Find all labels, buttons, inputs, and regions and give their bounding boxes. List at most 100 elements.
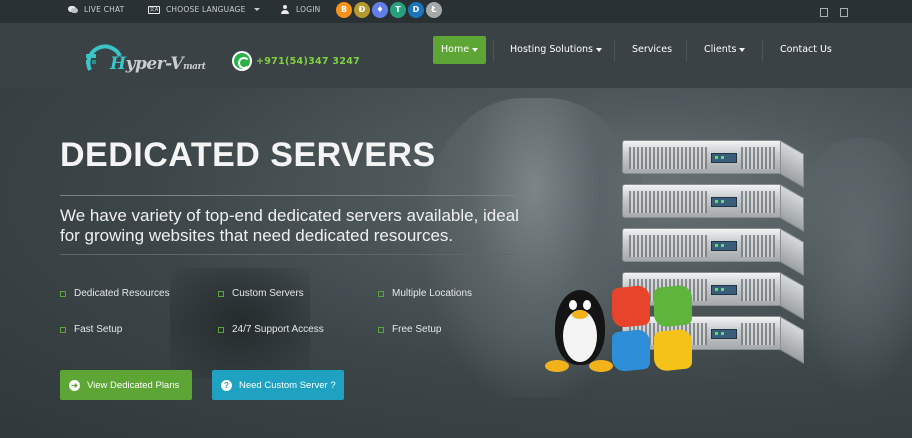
chat-icon xyxy=(68,5,78,14)
checkbox-icon xyxy=(218,326,224,333)
server-unit xyxy=(622,184,782,218)
vent-grill xyxy=(741,147,775,169)
nav-contact-us[interactable]: Contact Us xyxy=(780,36,832,64)
feature-item: Dedicated Resources xyxy=(60,288,170,299)
bitcoin-icon: B xyxy=(336,2,352,18)
divider xyxy=(60,195,515,196)
windows-quadrant xyxy=(612,284,650,329)
feature-label: Fast Setup xyxy=(74,324,123,335)
chevron-down-icon xyxy=(253,8,260,11)
dogecoin-icon: Ð xyxy=(354,2,370,18)
server-side xyxy=(780,228,804,276)
led-icon xyxy=(715,288,718,291)
dash-icon: D xyxy=(408,2,424,18)
translate-icon: 文A xyxy=(148,5,160,14)
login-link[interactable]: LOGIN xyxy=(280,5,320,14)
view-dedicated-plans-button[interactable]: ➜ View Dedicated Plans xyxy=(60,370,192,400)
feature-label: Free Setup xyxy=(392,324,442,335)
nav-home[interactable]: Home xyxy=(433,36,487,64)
led-icon xyxy=(715,332,718,335)
nav-contact-label: Contact Us xyxy=(780,44,832,55)
checkbox-icon xyxy=(378,290,384,297)
nav-services-label: Services xyxy=(632,44,673,55)
status-panel xyxy=(711,285,737,295)
live-chat-link[interactable]: LIVE CHAT xyxy=(68,5,124,14)
vent-grill xyxy=(741,279,775,301)
litecoin-icon: Ł xyxy=(426,2,442,18)
social-icon[interactable] xyxy=(820,8,828,17)
button-label: Need Custom Server ? xyxy=(239,379,336,391)
nav-divider xyxy=(686,40,687,62)
penguin-foot xyxy=(589,360,613,372)
checkbox-icon xyxy=(60,326,66,333)
penguin-beak xyxy=(572,310,588,319)
need-custom-server-button[interactable]: ? Need Custom Server ? xyxy=(212,370,344,400)
login-label: LOGIN xyxy=(296,5,321,14)
divider xyxy=(60,254,515,255)
feature-item: Free Setup xyxy=(378,324,441,335)
led-icon xyxy=(721,332,724,335)
nav-services[interactable]: Services xyxy=(632,36,672,64)
status-panel xyxy=(711,329,737,339)
status-panel xyxy=(711,153,737,163)
windows-logo-icon xyxy=(612,279,698,380)
led-icon xyxy=(721,156,724,159)
feature-label: 24/7 Support Access xyxy=(232,324,324,335)
penguin-eye xyxy=(583,300,591,310)
status-panel xyxy=(711,197,737,207)
checkbox-icon xyxy=(218,290,224,297)
main-header: Hyper-Vmart +971(54)347 3247 Home Hostin… xyxy=(0,24,912,88)
language-selector[interactable]: 文A CHOOSE LANGUAGE xyxy=(148,5,260,14)
nav-hosting-solutions[interactable]: Hosting Solutions xyxy=(510,36,602,64)
social-icon[interactable] xyxy=(840,8,848,17)
server-unit xyxy=(622,228,782,262)
penguin-eye xyxy=(569,300,577,310)
windows-quadrant xyxy=(654,284,692,329)
hero-banner: DEDICATED SERVERS We have variety of top… xyxy=(0,88,912,438)
hero-title: DEDICATED SERVERS xyxy=(60,136,436,174)
penguin-foot xyxy=(545,360,569,372)
nav-divider xyxy=(762,40,763,62)
chevron-down-icon xyxy=(739,48,746,52)
arrow-circle-icon: ➜ xyxy=(69,379,80,391)
led-icon xyxy=(721,244,724,247)
feature-item: Custom Servers xyxy=(218,288,304,299)
feature-label: Dedicated Resources xyxy=(74,288,170,299)
nav-clients[interactable]: Clients xyxy=(704,36,746,64)
main-nav: Home Hosting Solutions Services Clients … xyxy=(0,36,912,64)
vent-grill xyxy=(629,235,707,257)
chevron-down-icon xyxy=(472,48,479,52)
checkbox-icon xyxy=(378,326,384,333)
chevron-down-icon xyxy=(596,48,602,52)
led-icon xyxy=(715,156,718,159)
nav-home-label: Home xyxy=(441,44,470,55)
hero-background-monitor xyxy=(170,268,310,378)
server-side xyxy=(780,272,804,320)
vent-grill xyxy=(741,323,775,345)
tether-icon: T xyxy=(390,2,406,18)
question-circle-icon: ? xyxy=(221,379,232,391)
nav-hosting-label: Hosting Solutions xyxy=(510,44,593,55)
vent-grill xyxy=(629,191,707,213)
checkbox-icon xyxy=(60,290,66,297)
nav-clients-label: Clients xyxy=(704,44,737,55)
server-side xyxy=(780,316,804,364)
feature-item: 24/7 Support Access xyxy=(218,324,324,335)
server-unit xyxy=(622,140,782,174)
windows-quadrant xyxy=(612,328,650,373)
language-label: CHOOSE LANGUAGE xyxy=(166,5,246,14)
top-utility-bar: LIVE CHAT 文A CHOOSE LANGUAGE LOGIN B Ð ♦… xyxy=(0,0,912,24)
vent-grill xyxy=(629,147,707,169)
led-icon xyxy=(721,200,724,203)
feature-item: Fast Setup xyxy=(60,324,122,335)
feature-label: Custom Servers xyxy=(232,288,304,299)
windows-quadrant xyxy=(654,328,692,373)
server-side xyxy=(780,140,804,188)
vent-grill xyxy=(741,191,775,213)
led-icon xyxy=(715,244,718,247)
user-icon xyxy=(280,5,290,14)
led-icon xyxy=(715,200,718,203)
feature-item: Multiple Locations xyxy=(378,288,472,299)
nav-divider xyxy=(493,40,494,62)
feature-label: Multiple Locations xyxy=(392,288,473,299)
